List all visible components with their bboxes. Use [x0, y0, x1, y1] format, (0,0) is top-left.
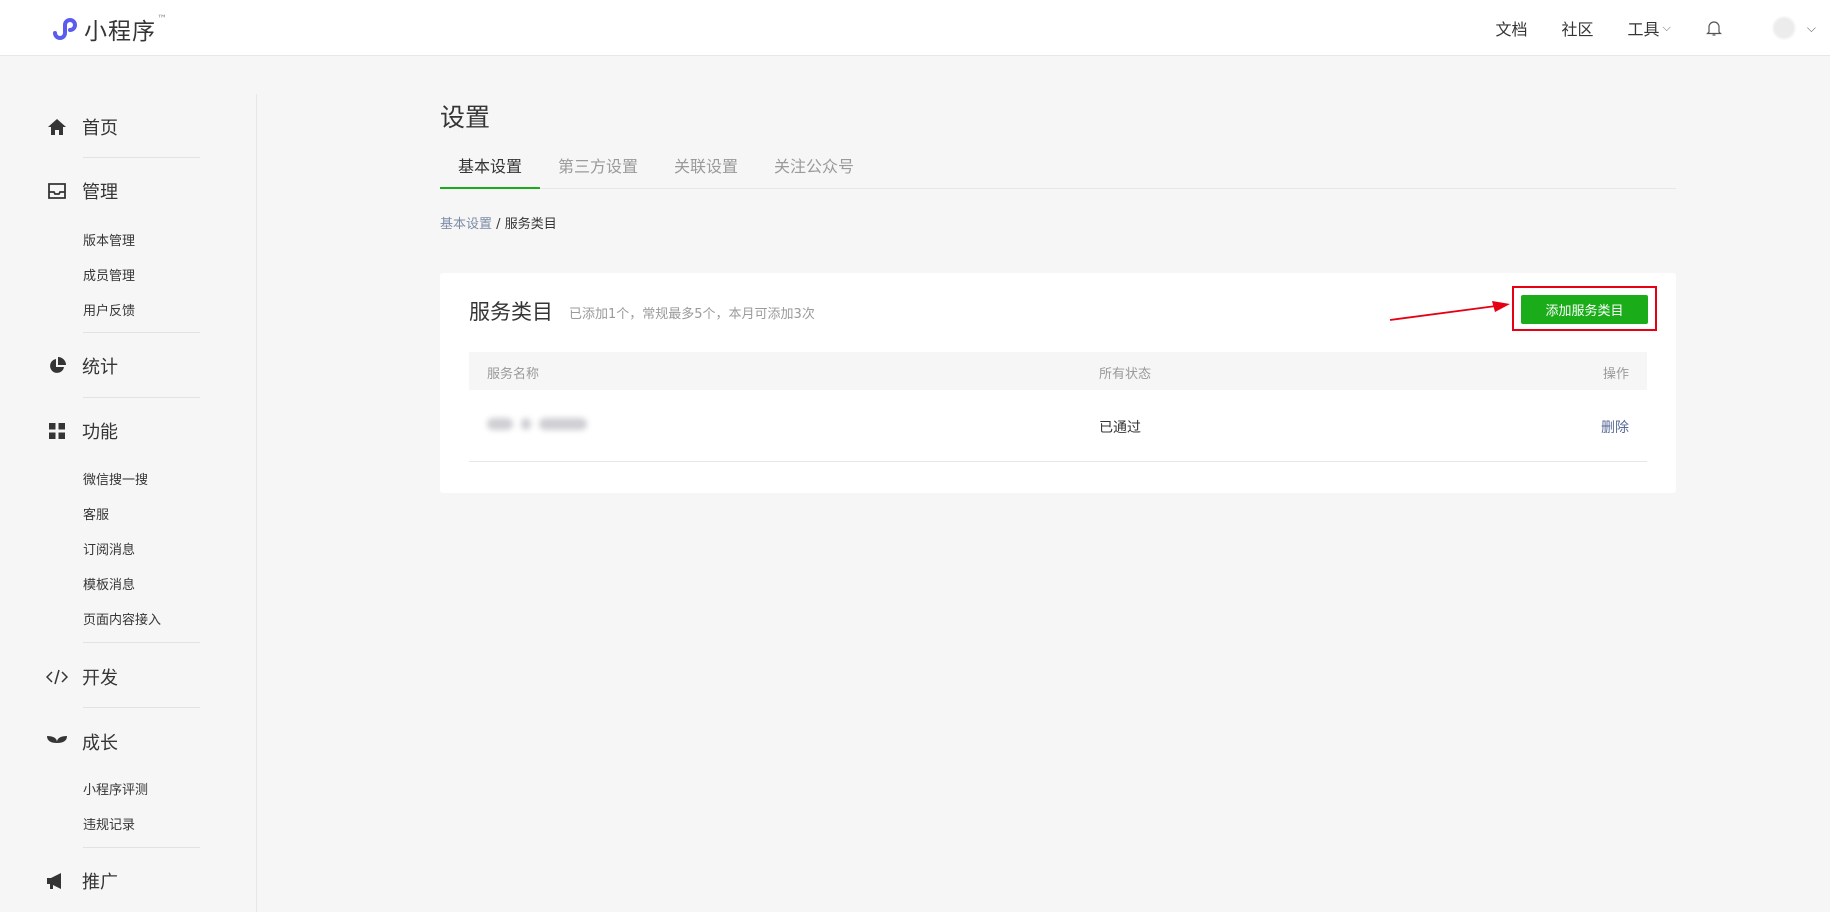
home-icon [46, 116, 68, 138]
logo[interactable]: 小程序 ™ [46, 12, 167, 46]
sidebar-subitem-mini-program-review[interactable]: 小程序评测 [83, 779, 148, 798]
nav-tools-label: 工具 [1627, 20, 1660, 39]
divider [83, 642, 200, 643]
code-icon [46, 666, 68, 688]
logo-text: 小程序 [84, 19, 156, 45]
add-service-category-button[interactable]: 添加服务类目 [1521, 295, 1648, 324]
panel-description: 已添加1个，常规最多5个，本月可添加3次 [569, 307, 815, 322]
breadcrumb-separator: / [496, 217, 501, 232]
bell-icon[interactable] [1705, 19, 1723, 37]
sprout-icon [46, 731, 68, 753]
table-row: 已通过 删除 [469, 390, 1647, 462]
sidebar-item-features[interactable]: 功能 [46, 418, 118, 444]
chevron-down-icon: ⌵ [1806, 20, 1816, 35]
sidebar-item-promotion[interactable]: 推广 [46, 868, 118, 894]
sidebar-item-label: 统计 [82, 357, 118, 378]
sidebar-subitem-user-feedback[interactable]: 用户反馈 [83, 300, 135, 319]
page-title: 设置 [440, 103, 491, 132]
sidebar-item-development[interactable]: 开发 [46, 664, 118, 690]
divider [83, 847, 200, 848]
sidebar-item-label: 推广 [82, 872, 118, 893]
tab-association-settings[interactable]: 关联设置 [674, 156, 738, 189]
table-header: 服务名称 所有状态 操作 [469, 352, 1647, 390]
sidebar-subitem-version-management[interactable]: 版本管理 [83, 230, 135, 249]
top-bar: 小程序 ™ 文档 社区 工具 ⌵ ⌵ [0, 0, 1830, 56]
sidebar-subitem-member-management[interactable]: 成员管理 [83, 265, 135, 284]
grid-icon [46, 420, 68, 442]
panel-title: 服务类目 [469, 300, 553, 324]
sidebar-subitem-template-messages[interactable]: 模板消息 [83, 574, 135, 593]
sidebar-subitem-page-content-access[interactable]: 页面内容接入 [83, 609, 161, 628]
megaphone-icon [46, 870, 68, 892]
status-value: 已通过 [1099, 420, 1141, 436]
breadcrumb-current: 服务类目 [504, 217, 557, 232]
divider [83, 397, 200, 398]
annotation-highlight-box: 添加服务类目 [1512, 286, 1657, 331]
column-header-actions: 操作 [1602, 367, 1629, 382]
column-header-status[interactable]: 所有状态 [1099, 363, 1151, 382]
inbox-icon [46, 180, 68, 202]
sidebar-item-manage[interactable]: 管理 [46, 178, 118, 204]
divider [83, 157, 200, 158]
sidebar-item-label: 成长 [82, 733, 118, 754]
tab-third-party-settings[interactable]: 第三方设置 [558, 156, 638, 189]
breadcrumb-parent[interactable]: 基本设置 [440, 217, 492, 232]
sidebar: 首页 管理 版本管理 成员管理 用户反馈 统计 功能 微信搜一搜 客服 订阅消息… [10, 94, 257, 912]
breadcrumb: 基本设置 / 服务类目 [440, 213, 557, 232]
sidebar-item-label: 功能 [82, 422, 118, 443]
pie-chart-icon [46, 355, 68, 377]
service-category-panel: 服务类目 已添加1个，常规最多5个，本月可添加3次 添加服务类目 服务名称 所有… [440, 273, 1676, 493]
column-header-service-name: 服务名称 [487, 367, 540, 382]
delete-link[interactable]: 删除 [1601, 417, 1629, 437]
annotation-arrow-icon [1389, 301, 1510, 321]
divider [83, 332, 200, 333]
sidebar-subitem-violation-records[interactable]: 违规记录 [83, 814, 135, 833]
avatar [1772, 17, 1795, 39]
sidebar-item-growth[interactable]: 成长 [46, 729, 118, 755]
sidebar-item-home[interactable]: 首页 [46, 114, 118, 140]
nav-docs[interactable]: 文档 [1496, 16, 1528, 40]
nav-community[interactable]: 社区 [1562, 16, 1594, 40]
sidebar-subitem-customer-service[interactable]: 客服 [83, 504, 109, 523]
sidebar-subitem-subscription-messages[interactable]: 订阅消息 [83, 539, 135, 558]
mini-program-logo-icon [53, 18, 77, 40]
top-nav: 文档 社区 工具 ⌵ ⌵ [1496, 0, 1830, 56]
settings-tabs: 基本设置 第三方设置 关联设置 关注公众号 [440, 156, 1676, 189]
sidebar-item-label: 开发 [82, 668, 118, 689]
sidebar-item-label: 首页 [82, 118, 118, 139]
service-name-redacted [487, 418, 597, 432]
account-menu[interactable]: ⌵ [1772, 17, 1816, 39]
sidebar-item-statistics[interactable]: 统计 [46, 353, 118, 379]
divider [83, 707, 200, 708]
chevron-down-icon: ⌵ [1662, 21, 1671, 34]
tab-basic-settings[interactable]: 基本设置 [440, 156, 540, 189]
nav-tools[interactable]: 工具 ⌵ [1628, 16, 1671, 40]
sidebar-item-label: 管理 [82, 182, 118, 203]
logo-trademark: ™ [157, 13, 167, 25]
sidebar-subitem-wechat-search[interactable]: 微信搜一搜 [83, 469, 148, 488]
tab-follow-official-account[interactable]: 关注公众号 [774, 156, 854, 189]
